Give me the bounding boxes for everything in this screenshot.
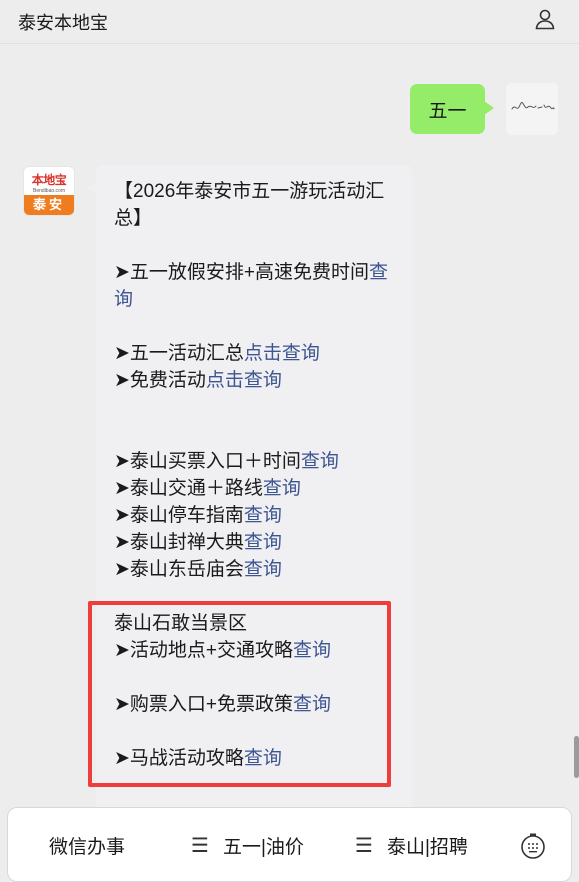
bot-avatar[interactable]: 本地宝 Bendibao.com 泰安: [23, 166, 75, 216]
query-link[interactable]: 点击查询: [244, 343, 320, 364]
query-link[interactable]: 查询: [293, 640, 331, 661]
query-link[interactable]: 查询: [263, 478, 301, 499]
menu-item-label: 泰山|招聘: [386, 837, 468, 858]
message-line: ➤购票入口+免票政策查询: [114, 694, 332, 715]
menu-item-wechat-services[interactable]: 微信办事: [49, 808, 125, 882]
logo-city-text: 泰安: [24, 195, 74, 215]
message-line: ➤泰山封禅大典查询: [114, 532, 282, 553]
header-bar: 泰安本地宝: [0, 0, 579, 44]
message-line: ➤免费活动点击查询: [114, 370, 282, 391]
outgoing-message-bubble[interactable]: 五一: [410, 84, 494, 134]
logo-brand-text: 本地宝: [31, 173, 67, 187]
menu-item-mayday-oilprice[interactable]: ☰ 五一|油价: [191, 808, 304, 882]
query-link[interactable]: 查询: [244, 532, 282, 553]
logo-domain-text: Bendibao.com: [33, 188, 65, 194]
user-avatar-signature-image: [506, 83, 558, 135]
menu-item-label: 五一|油价: [222, 837, 304, 858]
query-link[interactable]: 点击查询: [206, 370, 282, 391]
message-line: ➤泰山东岳庙会查询: [114, 559, 282, 580]
menu-hamburger-icon: ☰: [355, 835, 373, 857]
query-link[interactable]: 查询: [244, 748, 282, 769]
incoming-message-bubble: 【2026年泰安市五一游玩活动汇总】 ➤五一放假安排+高速免费时间查询 ➤五一活…: [96, 165, 412, 825]
menu-item-taishan-jobs[interactable]: ☰ 泰山|招聘: [355, 808, 468, 882]
message-line: ➤泰山交通＋路线查询: [114, 478, 301, 499]
message-body: 【2026年泰安市五一游玩活动汇总】 ➤五一放假安排+高速免费时间查询 ➤五一活…: [114, 178, 400, 772]
message-line: ➤活动地点+交通攻略查询: [114, 640, 332, 661]
message-title: 【2026年泰安市五一游玩活动汇总】: [114, 181, 385, 229]
query-link[interactable]: 查询: [293, 694, 331, 715]
message-line: ➤马战活动攻略查询: [114, 748, 282, 769]
query-link[interactable]: 查询: [244, 505, 282, 526]
menu-hamburger-icon: ☰: [191, 835, 209, 857]
section-heading: 泰山石敢当景区: [114, 613, 248, 634]
user-profile-icon[interactable]: [533, 7, 557, 31]
user-avatar[interactable]: [506, 83, 558, 135]
keyboard-toggle-icon[interactable]: [519, 832, 547, 860]
outgoing-message-text: 五一: [428, 100, 467, 122]
menu-item-label: 微信办事: [49, 837, 126, 858]
bottom-menu-bar: 微信办事 ☰ 五一|油价 ☰ 泰山|招聘: [7, 807, 572, 882]
scrollbar-thumb[interactable]: [574, 736, 579, 778]
query-link[interactable]: 查询: [301, 451, 339, 472]
message-line: ➤泰山停车指南查询: [114, 505, 282, 526]
message-line: ➤五一活动汇总点击查询: [114, 343, 320, 364]
query-link[interactable]: 查询: [244, 559, 282, 580]
page-title: 泰安本地宝: [18, 13, 108, 33]
message-line: ➤泰山买票入口＋时间查询: [114, 451, 339, 472]
message-line: ➤五一放假安排+高速免费时间查询: [114, 262, 389, 310]
